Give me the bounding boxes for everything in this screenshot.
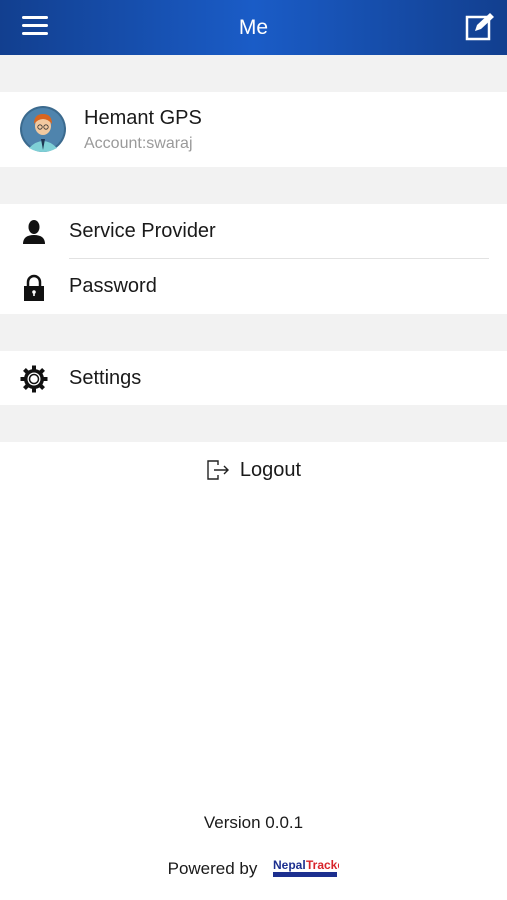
section-spacer bbox=[0, 167, 507, 204]
edit-icon[interactable] bbox=[465, 11, 495, 42]
logout-button[interactable]: Logout bbox=[0, 455, 507, 485]
app-header: Me bbox=[0, 0, 507, 55]
service-provider-row[interactable]: Service Provider bbox=[0, 204, 507, 259]
service-provider-label: Service Provider bbox=[69, 220, 216, 242]
section-spacer bbox=[0, 314, 507, 351]
page-title: Me bbox=[238, 15, 269, 39]
powered-by-label: Powered by bbox=[167, 859, 258, 878]
person-icon bbox=[23, 220, 45, 244]
section-spacer bbox=[0, 55, 507, 92]
svg-text:Nepal: Nepal bbox=[273, 858, 306, 872]
profile-name: Hemant GPS bbox=[84, 107, 202, 129]
brand-logo: Nepal Tracker bbox=[273, 858, 339, 877]
password-label: Password bbox=[69, 275, 157, 297]
lock-icon bbox=[24, 274, 44, 301]
gear-icon bbox=[20, 365, 48, 393]
logout-icon bbox=[207, 460, 229, 480]
menu-icon[interactable] bbox=[22, 16, 48, 38]
powered-by: Powered by Nepal Tracker bbox=[0, 857, 507, 881]
profile-card[interactable]: Hemant GPS Account:swaraj bbox=[0, 92, 507, 167]
logout-label: Logout bbox=[239, 458, 302, 481]
avatar bbox=[20, 106, 66, 152]
settings-row[interactable]: Settings bbox=[0, 351, 507, 406]
password-row[interactable]: Password bbox=[0, 259, 507, 314]
version-text: Version 0.0.1 bbox=[203, 813, 304, 832]
profile-account: Account:swaraj bbox=[84, 135, 193, 152]
section-spacer bbox=[0, 405, 507, 442]
svg-text:Tracker: Tracker bbox=[306, 858, 339, 872]
settings-label: Settings bbox=[69, 367, 142, 389]
